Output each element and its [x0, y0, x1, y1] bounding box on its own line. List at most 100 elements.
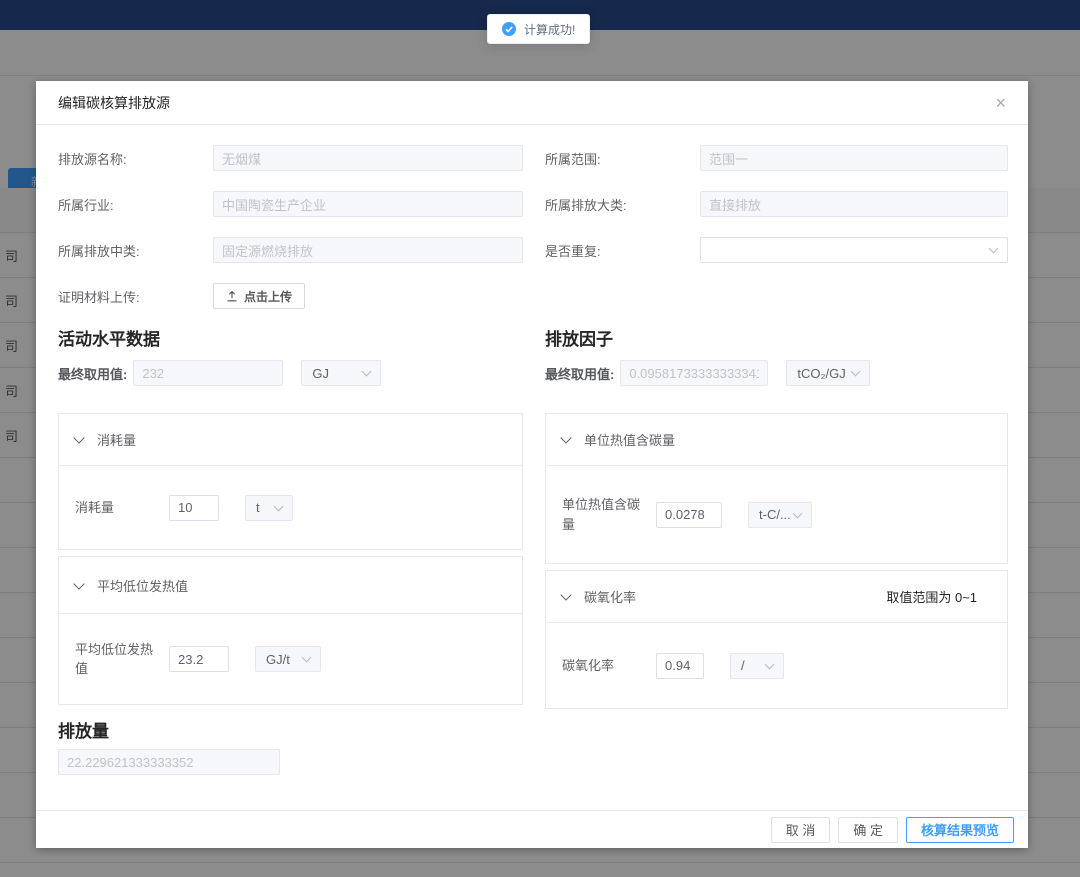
dialog-header: 编辑碳核算排放源 × — [36, 81, 1028, 125]
emission-title: 排放量 — [58, 723, 1006, 741]
factor-unit-select: tCO₂/GJ — [786, 360, 870, 386]
panel-carbon-content-header[interactable]: 单位热值含碳量 — [546, 414, 1007, 466]
panel-carbon-content: 单位热值含碳量 单位热值含碳量 t-C/... — [545, 413, 1008, 564]
panel-consumption: 消耗量 消耗量 t — [58, 413, 523, 550]
preview-button[interactable]: 核算结果预览 — [906, 817, 1014, 843]
major-category-label: 所属排放大类: — [545, 195, 700, 214]
field-industry: 所属行业: — [58, 191, 523, 217]
empty-cell — [545, 283, 1008, 309]
confirm-button[interactable]: 确 定 — [838, 817, 898, 843]
activity-final-label: 最终取用值: — [58, 364, 127, 383]
activity-unit-select: GJ — [301, 360, 381, 386]
data-sections: 活动水平数据 最终取用值: GJ 消耗量 — [58, 331, 1006, 709]
chevron-down-icon — [302, 653, 312, 663]
field-duplicate: 是否重复: — [545, 237, 1008, 263]
field-upload: 证明材料上传: 点击上传 — [58, 283, 523, 309]
activity-section-title: 活动水平数据 — [58, 331, 523, 349]
activity-final-row: 最终取用值: GJ — [58, 359, 523, 387]
factor-section-title: 排放因子 — [545, 331, 1008, 349]
consumption-unit-value: t — [256, 500, 260, 515]
carbon-content-input[interactable] — [656, 502, 722, 528]
app-root: 新增 司 司 司 司 司 计算成功! 编辑碳核算排放源 × — [0, 0, 1080, 877]
source-name-input — [213, 145, 523, 171]
dialog-footer: 取 消 确 定 核算结果预览 — [36, 810, 1028, 848]
collapse-chevron-icon — [73, 578, 84, 589]
factor-final-label: 最终取用值: — [545, 364, 614, 383]
carbon-content-unit-value: t-C/... — [759, 507, 791, 522]
heating-value-label: 平均低位发热值 — [75, 640, 157, 679]
emission-result-input — [58, 749, 280, 775]
panel-heating-value-body: 平均低位发热值 GJ/t — [59, 614, 522, 704]
panel-carbon-content-body: 单位热值含碳量 t-C/... — [546, 466, 1007, 563]
carbon-content-unit-select: t-C/... — [748, 502, 812, 528]
range-hint: 取值范围为 0~1 — [886, 587, 991, 606]
upload-button-label: 点击上传 — [244, 288, 292, 305]
chevron-down-icon — [989, 244, 999, 254]
scope-input — [700, 145, 1008, 171]
field-scope: 所属范围: — [545, 145, 1008, 171]
duplicate-label: 是否重复: — [545, 241, 700, 260]
upload-icon — [226, 290, 238, 302]
success-toast: 计算成功! — [487, 14, 590, 44]
panel-oxidation-rate: 碳氧化率 取值范围为 0~1 碳氧化率 / — [545, 570, 1008, 709]
field-source-name: 排放源名称: — [58, 145, 523, 171]
panel-heating-value-title: 平均低位发热值 — [97, 576, 188, 595]
oxidation-rate-unit-value: / — [741, 658, 745, 673]
industry-label: 所属行业: — [58, 195, 213, 214]
dialog-body: 排放源名称: 所属范围: 所属行业: 所属排放大类: 所属排放中类: — [36, 125, 1028, 810]
collapse-chevron-icon — [560, 432, 571, 443]
oxidation-rate-unit-select: / — [730, 653, 784, 679]
chevron-down-icon — [274, 501, 284, 511]
collapse-chevron-icon — [73, 432, 84, 443]
factor-final-row: 最终取用值: tCO₂/GJ — [545, 359, 1008, 387]
field-medium-category: 所属排放中类: — [58, 237, 523, 263]
heating-value-unit-value: GJ/t — [266, 652, 290, 667]
heating-value-unit-select: GJ/t — [255, 646, 321, 672]
chevron-down-icon — [851, 367, 861, 377]
consumption-label: 消耗量 — [75, 498, 157, 518]
major-category-input — [700, 191, 1008, 217]
panel-consumption-title: 消耗量 — [97, 430, 136, 449]
upload-label: 证明材料上传: — [58, 287, 213, 306]
chevron-down-icon — [793, 508, 803, 518]
field-major-category: 所属排放大类: — [545, 191, 1008, 217]
panel-heating-value: 平均低位发热值 平均低位发热值 GJ/t — [58, 556, 523, 705]
oxidation-rate-input[interactable] — [656, 653, 704, 679]
carbon-content-label: 单位热值含碳量 — [562, 495, 644, 534]
heating-value-input[interactable] — [169, 646, 229, 672]
toast-message: 计算成功! — [524, 21, 575, 38]
chevron-down-icon — [765, 659, 775, 669]
activity-section: 活动水平数据 最终取用值: GJ 消耗量 — [58, 331, 523, 709]
cancel-button[interactable]: 取 消 — [771, 817, 831, 843]
medium-category-input — [213, 237, 523, 263]
edit-emission-source-dialog: 编辑碳核算排放源 × 排放源名称: 所属范围: 所属行业: 所属排放大类: — [36, 81, 1028, 848]
scope-label: 所属范围: — [545, 149, 700, 168]
panel-consumption-header[interactable]: 消耗量 — [59, 414, 522, 466]
emission-result-section: 排放量 — [58, 723, 1006, 775]
upload-button[interactable]: 点击上传 — [213, 283, 305, 309]
info-form: 排放源名称: 所属范围: 所属行业: 所属排放大类: 所属排放中类: — [58, 145, 1006, 309]
panel-heating-value-header[interactable]: 平均低位发热值 — [59, 557, 522, 614]
industry-input — [213, 191, 523, 217]
medium-category-label: 所属排放中类: — [58, 241, 213, 260]
panel-carbon-content-title: 单位热值含碳量 — [584, 430, 675, 449]
panel-oxidation-rate-title: 碳氧化率 — [584, 587, 636, 606]
dialog-title: 编辑碳核算排放源 — [58, 93, 170, 113]
factor-section: 排放因子 最终取用值: tCO₂/GJ 单位热值含碳量 — [545, 331, 1008, 709]
panel-oxidation-rate-body: 碳氧化率 / — [546, 623, 1007, 708]
activity-final-input — [133, 360, 283, 386]
activity-unit-value: GJ — [312, 366, 329, 381]
panel-consumption-body: 消耗量 t — [59, 466, 522, 549]
panel-oxidation-rate-header[interactable]: 碳氧化率 取值范围为 0~1 — [546, 571, 1007, 623]
close-icon[interactable]: × — [995, 94, 1006, 112]
success-check-icon — [502, 22, 516, 36]
factor-unit-value: tCO₂/GJ — [797, 366, 845, 381]
consumption-unit-select: t — [245, 495, 293, 521]
oxidation-rate-label: 碳氧化率 — [562, 656, 644, 676]
collapse-chevron-icon — [560, 589, 571, 600]
chevron-down-icon — [362, 367, 372, 377]
consumption-input[interactable] — [169, 495, 219, 521]
factor-final-input — [620, 360, 768, 386]
duplicate-select[interactable] — [700, 237, 1008, 263]
source-name-label: 排放源名称: — [58, 149, 213, 168]
